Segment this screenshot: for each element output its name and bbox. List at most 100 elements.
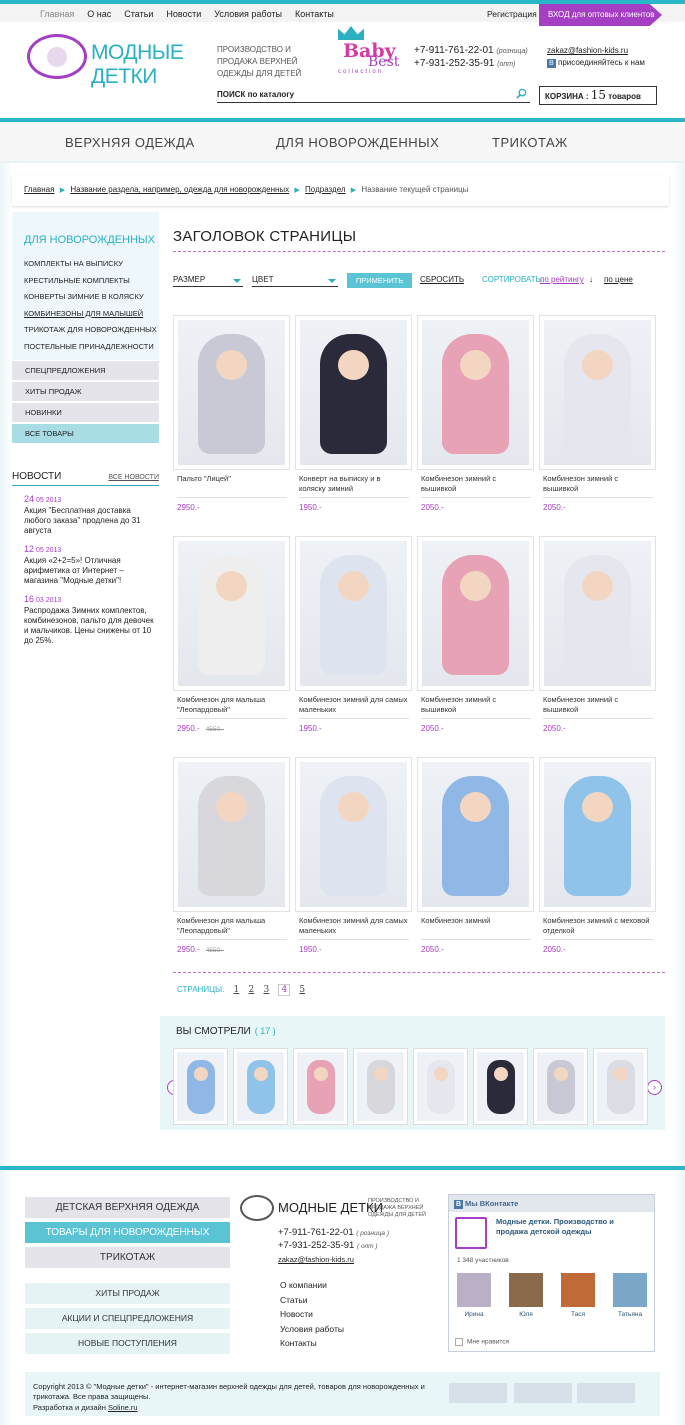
- footer-email-link[interactable]: zakaz@fashion-kids.ru: [278, 1255, 354, 1264]
- product-photo[interactable]: [173, 757, 290, 912]
- product-photo[interactable]: [173, 315, 290, 470]
- sort-by-rating[interactable]: по рейтингу: [540, 275, 584, 284]
- reset-button[interactable]: СБРОСИТЬ: [420, 275, 464, 284]
- product-card[interactable]: Комбинезон для малыша "Леопардовый" 2950.…: [173, 536, 290, 746]
- page-link[interactable]: 2: [249, 985, 255, 995]
- product-photo[interactable]: [295, 536, 412, 691]
- sidebar-special-offers[interactable]: СПЕЦПРЕДЛОЖЕНИЯ: [12, 361, 159, 381]
- product-name[interactable]: Комбинезон зимний для самых маленьких: [299, 695, 409, 715]
- product-card[interactable]: Комбинезон зимний с меховой отделкой 2050…: [539, 757, 656, 967]
- stats-counter[interactable]: [449, 1383, 507, 1403]
- footer-link-news[interactable]: Новости: [280, 1307, 344, 1322]
- product-photo[interactable]: [417, 757, 534, 912]
- product-card[interactable]: Комбинезон для малыша "Леопардовый" 2950.…: [173, 757, 290, 967]
- nav-articles[interactable]: Статьи: [124, 9, 153, 19]
- sidebar-item-bedding[interactable]: ПОСТЕЛЬНЫЕ ПРИНАДЛЕЖНОСТИ: [24, 342, 159, 351]
- product-name[interactable]: Комбинезон зимний для самых маленьких: [299, 916, 409, 936]
- cart-button[interactable]: КОРЗИНА : 15 товаров: [539, 86, 657, 105]
- sidebar-title[interactable]: ДЛЯ НОВОРОЖДЕННЫХ: [24, 234, 159, 246]
- vk-member[interactable]: Юля: [509, 1273, 543, 1318]
- sidebar-item-knitwear[interactable]: ТРИКОТАЖ ДЛЯ НОВОРОЖДЕННЫХ: [24, 325, 159, 334]
- vk-group-avatar[interactable]: [455, 1217, 487, 1249]
- viewed-thumb[interactable]: [293, 1048, 348, 1125]
- category-newborn[interactable]: ДЛЯ НОВОРОЖДЕННЫХ: [276, 135, 439, 150]
- category-outerwear[interactable]: ВЕРХНЯЯ ОДЕЖДА: [65, 135, 195, 150]
- vk-join-link[interactable]: присоединяйтесь к нам: [558, 58, 645, 67]
- category-knitwear[interactable]: ТРИКОТАЖ: [492, 135, 568, 150]
- footer-menu-newborn[interactable]: ТОВАРЫ ДЛЯ НОВОРОЖДЕННЫХ: [25, 1222, 230, 1243]
- color-select[interactable]: ЦВЕТ: [252, 273, 338, 287]
- viewed-thumb[interactable]: [233, 1048, 288, 1125]
- footer-menu-new[interactable]: НОВЫЕ ПОСТУПЛЕНИЯ: [25, 1333, 230, 1354]
- news-text[interactable]: Распродажа Зимних комплектов, комбинезон…: [24, 606, 159, 646]
- sidebar-bestsellers[interactable]: ХИТЫ ПРОДАЖ: [12, 382, 159, 402]
- news-item[interactable]: 16 03 2013 Распродажа Зимних комплектов,…: [24, 594, 159, 646]
- breadcrumb-subsection[interactable]: Подраздел: [305, 185, 346, 194]
- site-logo[interactable]: МОДНЫЕ ДЕТКИ: [27, 33, 217, 88]
- stats-counter[interactable]: [577, 1383, 635, 1403]
- product-card[interactable]: Комбинезон зимний для самых маленьких 195…: [295, 757, 412, 967]
- page-link[interactable]: 1: [234, 985, 240, 995]
- footer-link-terms[interactable]: Условия работы: [280, 1322, 344, 1337]
- viewed-thumb[interactable]: [353, 1048, 408, 1125]
- nav-news[interactable]: Новости: [166, 9, 201, 19]
- product-photo[interactable]: [539, 757, 656, 912]
- viewed-thumb[interactable]: [173, 1048, 228, 1125]
- product-name[interactable]: Комбинезон зимний с вышивкой: [421, 474, 531, 494]
- product-name[interactable]: Комбинезон зимний с меховой отделкой: [543, 916, 653, 936]
- product-photo[interactable]: [417, 315, 534, 470]
- nav-about[interactable]: О нас: [87, 9, 111, 19]
- footer-link-about[interactable]: О компании: [280, 1278, 344, 1293]
- wholesale-login-button[interactable]: ВХОД для оптовых клиентов: [539, 4, 662, 26]
- search-field[interactable]: ПОИСК по каталогу: [217, 87, 530, 103]
- all-news-link[interactable]: ВСЕ НОВОСТИ: [108, 474, 159, 482]
- footer-link-articles[interactable]: Статьи: [280, 1293, 344, 1308]
- viewed-thumb[interactable]: [593, 1048, 648, 1125]
- product-card[interactable]: Комбинезон зимний 2050.-: [417, 757, 534, 967]
- carousel-next-icon[interactable]: ›: [647, 1080, 662, 1095]
- product-card[interactable]: Комбинезон зимний с вышивкой 2050.-: [539, 536, 656, 746]
- product-photo[interactable]: [295, 315, 412, 470]
- page-link[interactable]: 3: [263, 985, 269, 995]
- nav-contacts[interactable]: Контакты: [295, 9, 334, 19]
- stats-counter[interactable]: [514, 1383, 572, 1403]
- product-card[interactable]: Комбинезон зимний с вышивкой 2050.-: [417, 536, 534, 746]
- news-item[interactable]: 12 05 2013 Акция «2+2=5»! Отличная арифм…: [24, 544, 159, 586]
- product-card[interactable]: Комбинезон зимний с вышивкой 2050.-: [539, 315, 656, 525]
- breadcrumb-home[interactable]: Главная: [24, 185, 54, 194]
- product-name[interactable]: Пальто "Лицей": [177, 474, 287, 484]
- viewed-thumb[interactable]: [533, 1048, 588, 1125]
- viewed-thumb[interactable]: [473, 1048, 528, 1125]
- product-name[interactable]: Комбинезон для малыша "Леопардовый": [177, 695, 287, 715]
- product-card[interactable]: Комбинезон зимний с вышивкой 2050.-: [417, 315, 534, 525]
- nav-home[interactable]: Главная: [40, 9, 74, 19]
- vk-like[interactable]: Мне нравится: [455, 1338, 509, 1346]
- sidebar-item-christening[interactable]: КРЕСТИЛЬНЫЕ КОМПЛЕКТЫ: [24, 276, 159, 285]
- product-card[interactable]: Комбинезон зимний для самых маленьких 195…: [295, 536, 412, 746]
- vk-member[interactable]: Тася: [561, 1273, 595, 1318]
- news-text[interactable]: Акция "Бесплатная доставка любого заказа…: [24, 506, 159, 536]
- footer-menu-promos[interactable]: АКЦИИ И СПЕЦПРЕДЛОЖЕНИЯ: [25, 1308, 230, 1329]
- header-email-link[interactable]: zakaz@fashion-kids.ru: [547, 45, 645, 57]
- product-photo[interactable]: [295, 757, 412, 912]
- apply-button[interactable]: ПРИМЕНИТЬ: [347, 273, 412, 288]
- product-photo[interactable]: [539, 315, 656, 470]
- product-photo[interactable]: [417, 536, 534, 691]
- news-item[interactable]: 24 05 2013 Акция "Бесплатная доставка лю…: [24, 494, 159, 536]
- sort-by-price[interactable]: по цене: [604, 275, 633, 284]
- page-link[interactable]: 5: [299, 985, 305, 995]
- footer-menu-outerwear[interactable]: ДЕТСКАЯ ВЕРХНЯЯ ОДЕЖДА: [25, 1197, 230, 1218]
- vk-group-name[interactable]: Модные детки. Производство и продажа дет…: [496, 1217, 646, 1237]
- product-photo[interactable]: [173, 536, 290, 691]
- product-photo[interactable]: [539, 536, 656, 691]
- product-name[interactable]: Конверт на выписку и в коляску зимний: [299, 474, 409, 494]
- sidebar-item-overalls[interactable]: КОМБИНЕЗОНЫ ДЛЯ МАЛЫШЕЙ: [24, 309, 159, 318]
- size-select[interactable]: РАЗМЕР: [173, 273, 243, 287]
- vk-member[interactable]: Ирина: [457, 1273, 491, 1318]
- footer-link-contacts[interactable]: Контакты: [280, 1336, 344, 1351]
- register-link[interactable]: Регистрация: [487, 9, 537, 19]
- product-name[interactable]: Комбинезон зимний: [421, 916, 531, 926]
- sidebar-item-discharge-sets[interactable]: КОМПЛЕКТЫ НА ВЫПИСКУ: [24, 259, 159, 268]
- search-icon[interactable]: [516, 88, 527, 99]
- developer-link[interactable]: Soline.ru: [108, 1403, 138, 1412]
